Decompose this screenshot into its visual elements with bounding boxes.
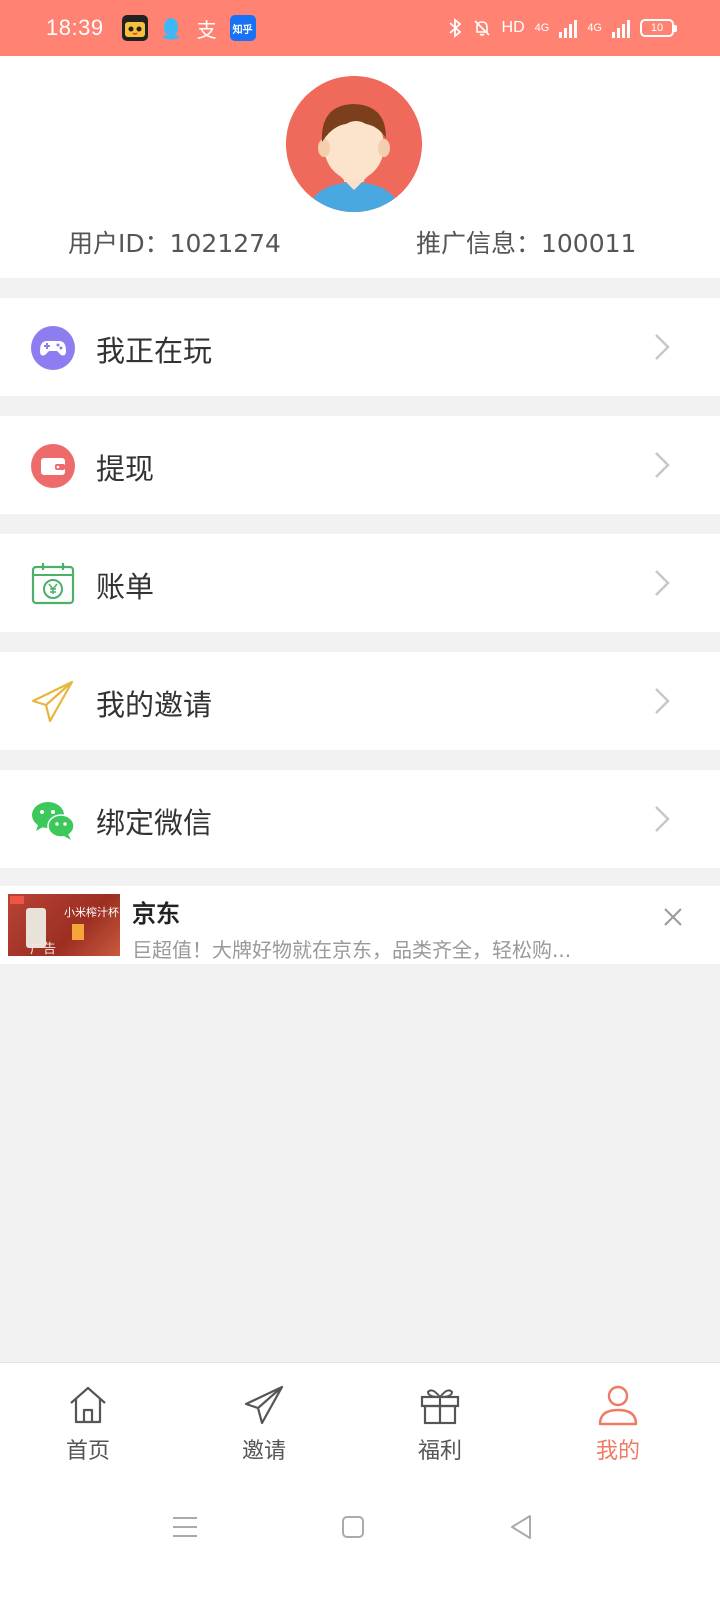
- ad-badge: [10, 896, 24, 904]
- ad-banner[interactable]: 小米榨汁杯 广告 京东 巨超值！大牌好物就在京东，品类齐全，轻松购...: [0, 886, 720, 964]
- ad-description: 巨超值！大牌好物就在京东，品类齐全，轻松购...: [132, 938, 572, 962]
- menu-item-my-invitation[interactable]: 我的邀请: [0, 652, 720, 750]
- gamepad-icon: [30, 325, 76, 371]
- user-icon: [598, 1385, 638, 1426]
- notification-icons: 支 知乎: [121, 15, 256, 42]
- bill-calendar-icon: [30, 561, 76, 607]
- promo-info: 推广信息：100011: [416, 229, 637, 258]
- bottom-tab-bar: 首页 邀请 福利 我的: [0, 1362, 720, 1480]
- tab-label: 福利: [417, 1439, 462, 1464]
- tab-label: 首页: [65, 1439, 110, 1464]
- avatar[interactable]: [286, 76, 422, 212]
- wechat-icon: [30, 797, 76, 843]
- home-square-icon[interactable]: [338, 1512, 368, 1542]
- status-bar: 18:39 支 知乎 HD 4G 4G 10: [0, 0, 720, 56]
- paper-plane-icon: [244, 1385, 284, 1425]
- bluetooth-icon: [448, 18, 461, 38]
- signal-icon-2: [612, 18, 630, 38]
- mute-bell-icon: [473, 20, 490, 36]
- menu-item-label: 我的邀请: [96, 688, 213, 722]
- signal-icon: [559, 18, 578, 38]
- wallet-icon: [30, 443, 76, 489]
- close-icon[interactable]: [662, 906, 684, 928]
- menu-item-bill[interactable]: 账单: [0, 534, 720, 632]
- paper-plane-icon: [30, 679, 76, 725]
- menu-item-bind-wechat[interactable]: 绑定微信: [0, 770, 720, 868]
- status-time: 18:39: [46, 15, 104, 40]
- juice-image: [72, 924, 84, 940]
- qq-icon: [158, 15, 184, 41]
- cartoon-cat-app-icon: [121, 15, 148, 41]
- ad-thumbnail: 小米榨汁杯 广告: [8, 894, 120, 956]
- system-nav-bar: [0, 1480, 720, 1600]
- tab-label: 我的: [595, 1439, 640, 1464]
- menu-item-playing[interactable]: 我正在玩: [0, 298, 720, 396]
- menu-item-label: 我正在玩: [96, 334, 213, 368]
- back-triangle-icon[interactable]: [506, 1512, 536, 1542]
- hd-label: HD: [501, 19, 525, 36]
- profile-header: 用户ID：1021274 推广信息：100011: [0, 56, 720, 278]
- chevron-right-icon: [655, 334, 670, 360]
- tab-label: 邀请: [241, 1439, 286, 1464]
- menu-item-withdraw[interactable]: 提现: [0, 416, 720, 514]
- chevron-right-icon: [655, 452, 670, 478]
- gift-icon: [420, 1389, 460, 1425]
- ad-thumb-brand: 小米榨汁杯: [64, 906, 119, 919]
- tab-home[interactable]: 首页: [38, 1383, 138, 1467]
- battery-icon: 10: [640, 19, 677, 37]
- chevron-right-icon: [655, 688, 670, 714]
- tab-invite[interactable]: 邀请: [214, 1383, 314, 1467]
- zhihu-icon: 知乎: [229, 15, 256, 41]
- ad-title: 京东: [132, 900, 180, 928]
- tab-mine[interactable]: 我的: [568, 1383, 668, 1467]
- chevron-right-icon: [655, 570, 670, 596]
- chevron-right-icon: [655, 806, 670, 832]
- home-icon: [70, 1386, 106, 1424]
- menu-icon[interactable]: [170, 1512, 200, 1542]
- menu-item-label: 绑定微信: [96, 806, 213, 840]
- network-label-2: 4G: [587, 22, 602, 34]
- user-id: 用户ID：1021274: [68, 229, 281, 258]
- menu-item-label: 提现: [96, 452, 155, 486]
- system-status-icons: HD 4G 4G 10: [448, 18, 677, 38]
- ad-label: 广告: [30, 942, 57, 956]
- menu-item-label: 账单: [96, 570, 155, 604]
- network-label-1: 4G: [534, 22, 550, 34]
- alipay-icon: 支: [196, 17, 217, 42]
- tab-welfare[interactable]: 福利: [390, 1383, 490, 1467]
